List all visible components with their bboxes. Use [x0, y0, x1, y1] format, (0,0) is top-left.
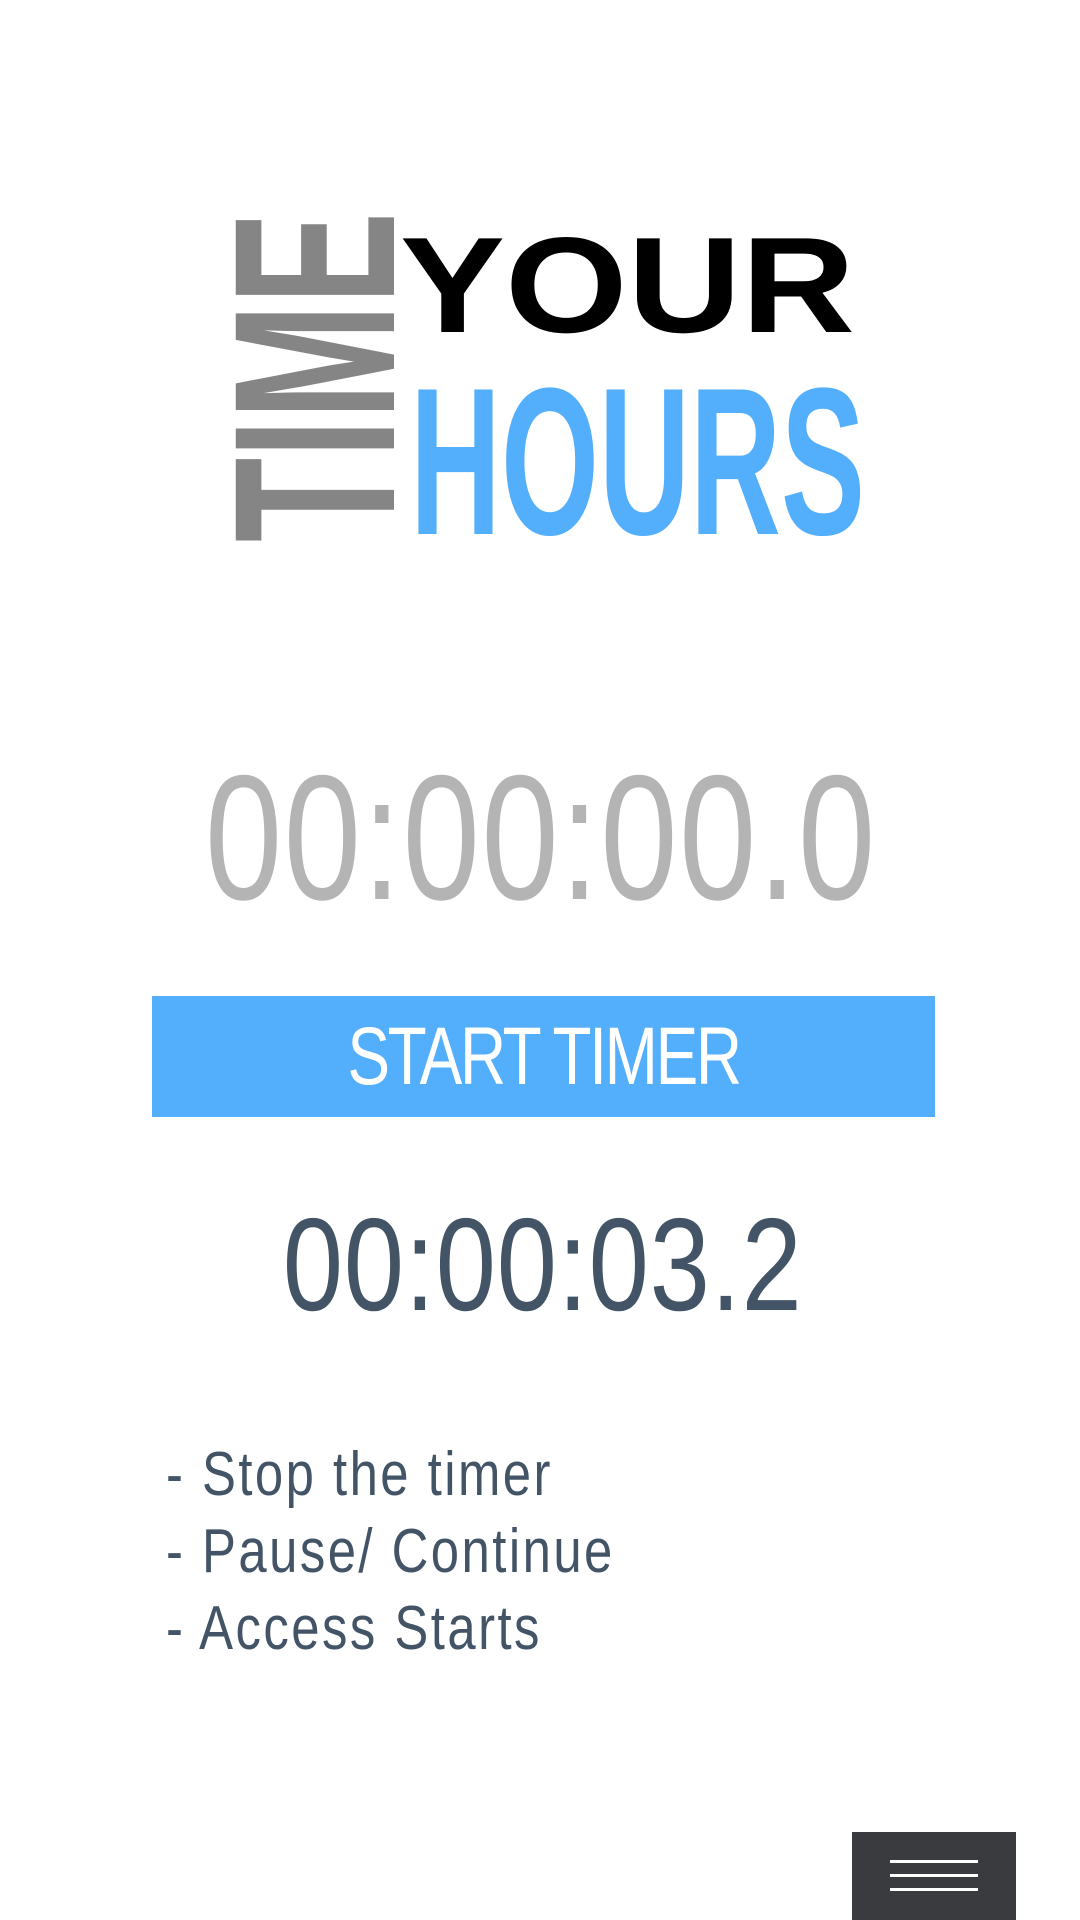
instructions-list: - Stop the timer - Pause/ Continue - Acc… — [166, 1436, 615, 1667]
instruction-item: - Stop the timer — [166, 1440, 553, 1509]
instruction-item: - Access Starts — [166, 1594, 542, 1663]
menu-button[interactable] — [852, 1832, 1016, 1920]
secondary-timer-display: 00:00:03.2 — [282, 1191, 803, 1338]
menu-bar-line — [890, 1860, 978, 1863]
instruction-item: - Pause/ Continue — [166, 1517, 615, 1586]
logo-word-your: YOUR — [400, 210, 855, 361]
main-timer-display: 00:00:00.0 — [204, 738, 877, 937]
time-your-hours-logo: TIME YOUR HOURS — [224, 210, 872, 550]
app-screen: TIME YOUR HOURS 00:00:00.0 START TIMER 0… — [0, 0, 1080, 1920]
logo-word-hours: HOURS — [410, 344, 865, 550]
menu-bar-line — [890, 1874, 978, 1877]
menu-bar-line — [890, 1888, 978, 1891]
start-timer-button[interactable]: START TIMER — [152, 996, 935, 1117]
start-timer-label: START TIMER — [347, 1010, 742, 1102]
